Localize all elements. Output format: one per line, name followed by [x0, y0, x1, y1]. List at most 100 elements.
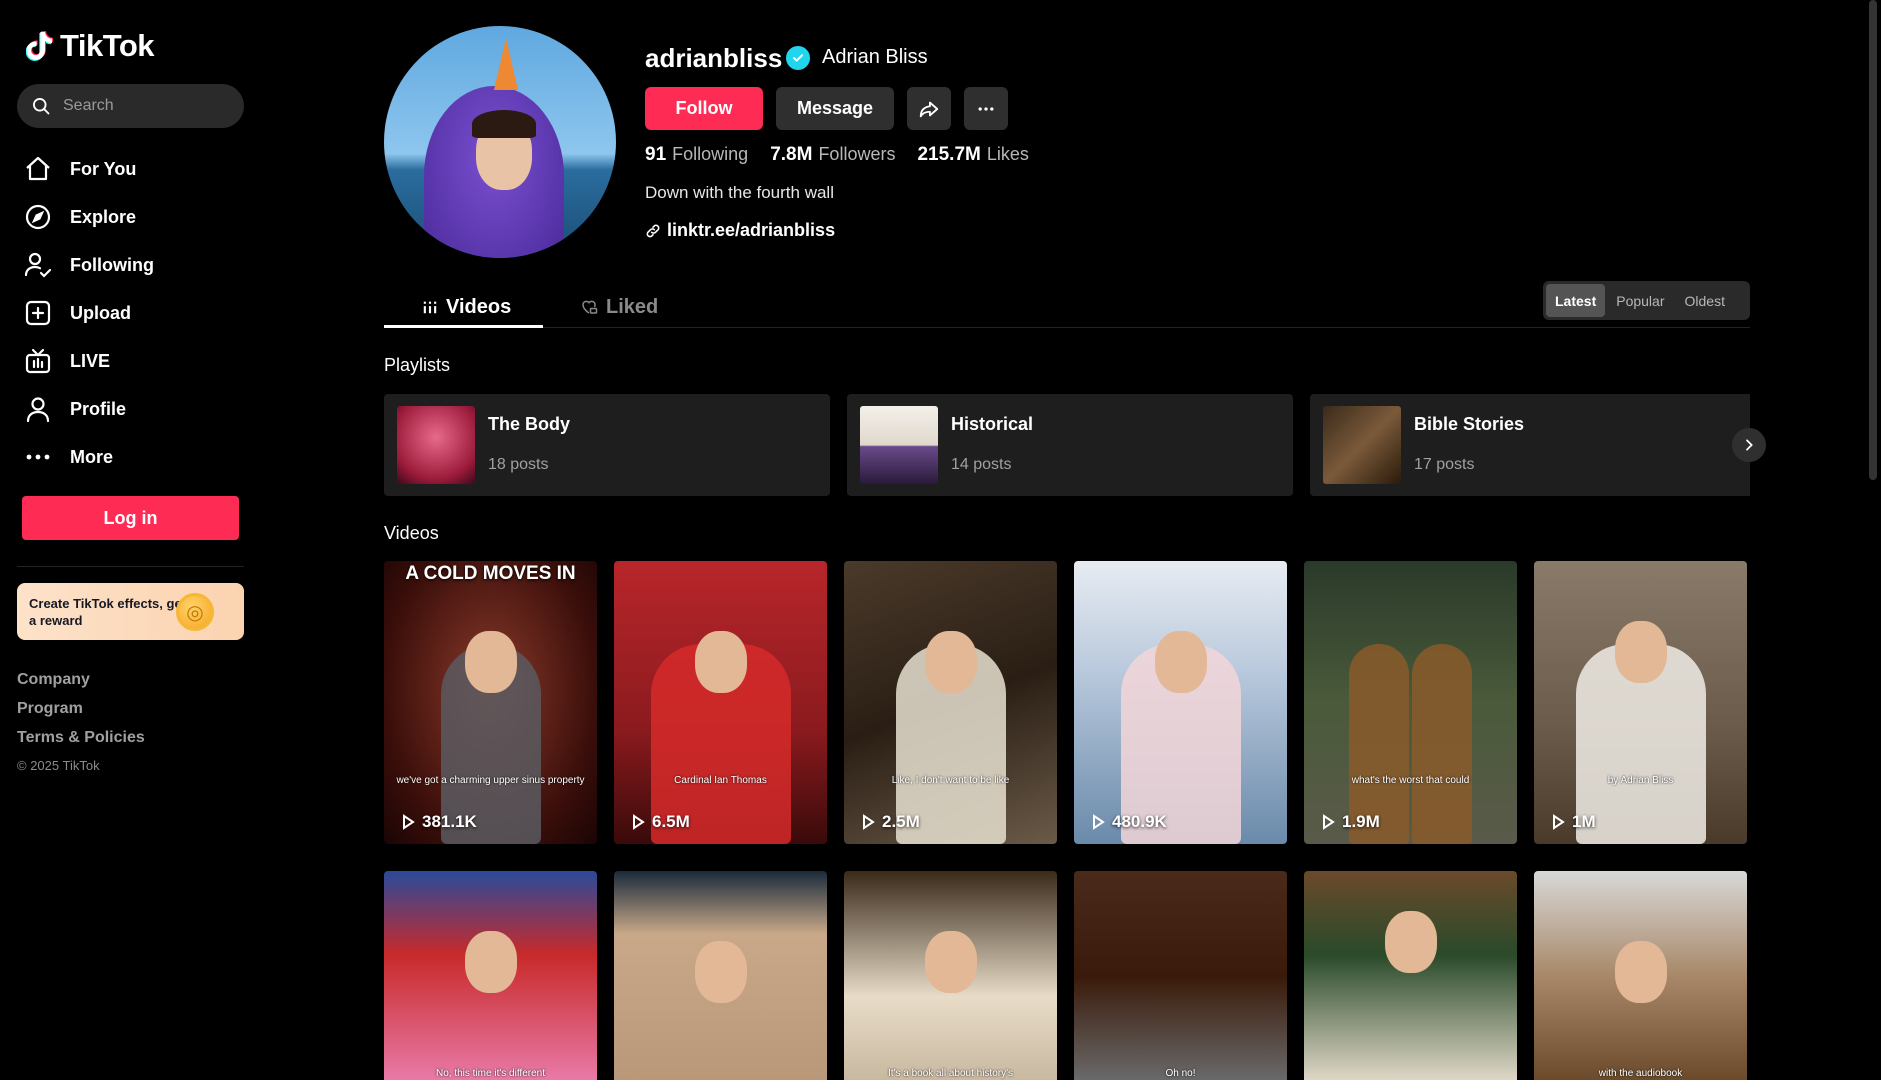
playlist-title: Historical: [951, 414, 1034, 434]
video-caption: Cardinal Ian Thomas: [674, 775, 767, 786]
nav-item-live[interactable]: LIVE: [24, 337, 154, 385]
logo-text: TikTok: [60, 28, 155, 63]
playlist-thumbnail: [397, 406, 475, 484]
profile-link-text: linktr.ee/adrianbliss: [667, 220, 836, 240]
profile-username: adrianbliss: [645, 43, 783, 73]
tiktok-logo[interactable]: TikTok: [26, 28, 155, 64]
verified-badge-icon: [786, 46, 810, 70]
video-tile[interactable]: what's the worst that could 1.9M: [1304, 561, 1517, 844]
video-tile[interactable]: Like, I don't want to be like 2.5M: [844, 561, 1057, 844]
profile-avatar: [384, 26, 616, 258]
playlist-count: 14 posts: [951, 456, 1012, 473]
video-caption: we've got a charming upper sinus propert…: [396, 775, 585, 786]
live-icon: [25, 348, 51, 374]
video-caption: what's the worst that could: [1351, 775, 1470, 786]
videos-heading: Videos: [384, 523, 439, 543]
video-tile[interactable]: Cardinal Ian Thomas 6.5M: [614, 561, 827, 844]
grid-icon: [423, 301, 437, 314]
nav-label: Explore: [70, 206, 137, 227]
tab-videos[interactable]: Videos: [422, 286, 511, 328]
video-tile[interactable]: 480.9K: [1074, 561, 1287, 844]
playlist-card[interactable]: The Body 18 posts: [384, 394, 830, 496]
stat-followers[interactable]: 7.8M Followers: [770, 144, 895, 166]
stat-likes: 215.7M Likes: [917, 144, 1029, 165]
playlist-title: The Body: [488, 414, 571, 434]
playlist-thumbnail: [1323, 406, 1401, 484]
tab-liked[interactable]: Liked: [580, 286, 658, 328]
video-tile[interactable]: by Adrian Bliss 1M: [1534, 561, 1747, 844]
play-icon: [863, 814, 875, 830]
sort-oldest[interactable]: Oldest: [1676, 284, 1734, 317]
sort-latest[interactable]: Latest: [1546, 284, 1606, 317]
more-options-button[interactable]: [964, 87, 1008, 130]
video-tile[interactable]: A COLD MOVES IN we've got a charming upp…: [384, 561, 597, 844]
play-icon: [633, 814, 645, 830]
video-views: 1.9M: [1320, 812, 1380, 832]
nav-item-profile[interactable]: Profile: [24, 385, 154, 433]
nav-item-explore[interactable]: Explore: [24, 193, 154, 241]
video-tile[interactable]: Oh no!: [1074, 871, 1287, 1080]
nav-label: Upload: [70, 302, 131, 323]
message-button[interactable]: Message: [776, 87, 894, 130]
page-scrollbar[interactable]: [1869, 0, 1877, 480]
video-caption: Oh no!: [1165, 1068, 1196, 1079]
video-views: 2.5M: [860, 812, 920, 832]
login-button[interactable]: Log in: [22, 496, 239, 540]
sort-toggle: Latest Popular Oldest: [1543, 281, 1750, 320]
nav-label: More: [70, 446, 114, 467]
home-icon: [26, 156, 50, 181]
profile-stats: 91 Following 7.8M Followers 215.7M Likes: [645, 144, 1029, 166]
video-caption: It's a book all about history's: [888, 1068, 1013, 1079]
playlist-title: Bible Stories: [1414, 414, 1525, 434]
playlists-heading: Playlists: [384, 355, 451, 375]
main-nav: For You Explore Following Upload LIVE Pr…: [24, 145, 154, 481]
share-button[interactable]: [907, 87, 951, 130]
video-tile[interactable]: It's a book all about history's: [844, 871, 1057, 1080]
compass-icon: [25, 204, 51, 230]
video-tile[interactable]: No, this time it's different: [384, 871, 597, 1080]
play-icon: [1553, 814, 1565, 830]
link-icon: [646, 224, 660, 237]
nav-item-for-you[interactable]: For You: [24, 145, 154, 193]
video-tile[interactable]: [1304, 871, 1517, 1080]
search-input[interactable]: [63, 97, 223, 115]
footer-link-company[interactable]: Company: [17, 671, 145, 689]
footer-link-program[interactable]: Program: [17, 700, 145, 718]
play-icon: [1323, 814, 1335, 830]
nav-item-more[interactable]: More: [24, 433, 154, 481]
video-caption: Like, I don't want to be like: [891, 775, 1010, 786]
chevron-right-icon: [1746, 439, 1753, 451]
nav-item-upload[interactable]: Upload: [24, 289, 154, 337]
profile-display-name: Adrian Bliss: [822, 46, 928, 68]
stat-following[interactable]: 91 Following: [645, 144, 748, 166]
video-views: 381.1K: [400, 812, 477, 832]
sidebar: TikTok For You Explore Following Upload: [0, 0, 260, 1080]
profile-actions: Follow Message: [645, 87, 1008, 130]
nav-label: Profile: [70, 398, 127, 419]
video-overlay-text: A COLD MOVES IN: [405, 563, 576, 584]
coin-icon: ◎: [176, 593, 214, 631]
playlist-next-button[interactable]: [1732, 428, 1766, 462]
profile-link[interactable]: linktr.ee/adrianbliss: [645, 220, 835, 241]
tiktok-logo-icon: [26, 31, 53, 61]
playlist-count: 17 posts: [1414, 456, 1475, 473]
follow-button[interactable]: Follow: [645, 87, 763, 130]
video-tile[interactable]: with the audiobook: [1534, 871, 1747, 1080]
play-icon: [1093, 814, 1105, 830]
effects-promo-banner[interactable]: Create TikTok effects, get a reward ◎: [17, 583, 244, 640]
playlist-count: 18 posts: [488, 456, 549, 473]
tab-videos-label: Videos: [446, 295, 512, 318]
playlist-thumbnail: [860, 406, 938, 484]
video-tile[interactable]: [614, 871, 827, 1080]
video-grid-row-2: No, this time it's different It's a book…: [384, 871, 1750, 1080]
more-icon: [26, 454, 50, 460]
nav-item-following[interactable]: Following: [24, 241, 154, 289]
nav-label: LIVE: [70, 350, 111, 371]
copyright: © 2025 TikTok: [17, 758, 100, 773]
footer-link-terms[interactable]: Terms & Policies: [17, 729, 145, 747]
playlist-card[interactable]: Bible Stories 17 posts: [1310, 394, 1750, 496]
search-box[interactable]: [17, 84, 244, 128]
search-icon: [33, 98, 50, 115]
sort-popular[interactable]: Popular: [1607, 284, 1673, 317]
playlist-card[interactable]: Historical 14 posts: [847, 394, 1293, 496]
